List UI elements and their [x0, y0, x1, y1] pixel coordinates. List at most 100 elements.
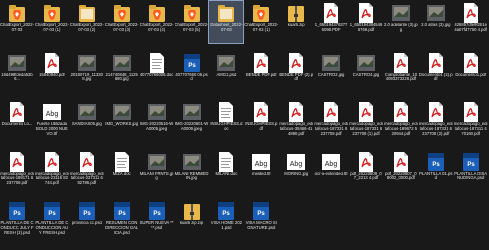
- file-item[interactable]: mercadopago_editafocus-187331 6237708 (2…: [419, 100, 453, 142]
- font-icon: Abg: [287, 151, 306, 173]
- file-item[interactable]: IMG-20220601-WA0009.jpeg: [175, 100, 209, 142]
- file-item[interactable]: Ps VISA HOME 2021.psd: [209, 199, 243, 241]
- file-item[interactable]: mercadopago_editafocus-189171 6237708.pd…: [0, 150, 34, 192]
- file-item[interactable]: Ps VISA MACRO SIGNATURE.psd: [244, 199, 278, 241]
- file-label: 407707660 06.psd: [175, 72, 208, 82]
- file-label: Datasheet_2022-07-03: [210, 23, 243, 32]
- file-item[interactable]: INSUGHPIESS.doc: [209, 100, 243, 142]
- file-item[interactable]: mercadopago_editafocus-187331 6237708 (1…: [349, 100, 383, 142]
- file-item[interactable]: IMG_WORKS.jpg: [105, 100, 139, 142]
- file-item[interactable]: SANDIAS05.jpg: [70, 100, 104, 142]
- file-item[interactable]: kuarti.zip: [279, 1, 313, 43]
- file-item[interactable]: 1_6501943763775098.PDF: [314, 1, 348, 43]
- file-label: ChatExport_2022-07-03 (4): [139, 23, 174, 32]
- file-item[interactable]: Ps RESUMEN CON DIRECCION GALICIA.psd: [105, 199, 139, 241]
- file-item[interactable]: 40770766006.doc: [140, 51, 174, 93]
- image-icon: [8, 52, 26, 74]
- pdf-icon: [392, 151, 410, 173]
- svg-text:Abg: Abg: [46, 111, 59, 118]
- file-item[interactable]: 214740848_1125680.jpg: [105, 51, 139, 93]
- file-label: MILANI.doc: [215, 171, 238, 176]
- file-item[interactable]: MIZA.doc: [105, 150, 139, 192]
- file-item[interactable]: Ps SUPER NUEVA ****.psd: [140, 199, 174, 241]
- file-item[interactable]: Ps PLANTILLA DE CONDUCC JULY FRESH (2).ps…: [0, 199, 34, 241]
- pdf-icon: [252, 101, 270, 123]
- file-item[interactable]: Ps provincia cc.psd: [70, 199, 104, 241]
- file-item[interactable]: mercadopago_editafocus-187331 6237708.pd…: [314, 100, 348, 142]
- psd-icon: Ps: [217, 200, 235, 222]
- file-label: AMG1.psd: [216, 72, 237, 77]
- doc-icon: [217, 101, 235, 123]
- file-item[interactable]: MILANI REMMEDIN.jpg: [175, 150, 209, 192]
- file-item[interactable]: 15840940.pdf: [35, 51, 69, 93]
- file-item[interactable]: 2.0 adelante (3).jpg: [384, 1, 418, 43]
- file-label: 40770766006.doc: [139, 72, 174, 77]
- file-label: mested.ttf: [252, 171, 271, 176]
- file-item[interactable]: Ps 407707660 06.psd: [175, 51, 209, 93]
- file-label: 1_6501943845465769.pdf: [349, 23, 383, 32]
- file-item[interactable]: BENDE PDF (2).pdf: [279, 51, 313, 93]
- file-label: RESUMEN CON DIRECCION GALICIA.psd: [105, 221, 139, 235]
- pdf-icon: [8, 151, 26, 173]
- file-item[interactable]: INSUGHPIESS.pdf: [244, 100, 278, 142]
- file-item[interactable]: BENDE PDF.pdf: [244, 51, 278, 93]
- file-item[interactable]: 4268b7dfe9f2b1e4a07fd7750 4.pdf: [454, 1, 488, 43]
- folder-icon: [78, 2, 96, 24]
- file-item[interactable]: 16d498fdeda53b6...: [0, 51, 34, 93]
- psd-icon: Ps: [462, 151, 480, 173]
- file-item[interactable]: ChatExport_2022-07-03 (3): [105, 1, 139, 43]
- file-item[interactable]: MILANI FRNTE.jpg: [140, 150, 174, 192]
- file-item[interactable]: ChatExport_2022-07-03 (5): [175, 1, 209, 43]
- image-icon: [391, 2, 410, 24]
- file-item[interactable]: AMG1.psd: [209, 51, 243, 93]
- image-icon: [182, 101, 201, 123]
- file-item[interactable]: mercadopago_editafocus-38466-414890.pdf: [279, 100, 313, 142]
- svg-text:Ps: Ps: [83, 211, 91, 217]
- pdf-icon: [322, 101, 340, 123]
- file-item[interactable]: pdf_20220807_0 8002_0000.pdf: [384, 150, 418, 192]
- file-label: IMG-20220601-WA0009.jpeg: [174, 122, 209, 131]
- file-item[interactable]: MILANI.doc: [209, 150, 243, 192]
- file-label: Fuente Utilizada BOLD 2000 NUEVO.ttf: [35, 122, 68, 136]
- file-item[interactable]: Abg MORING.jpg: [279, 150, 313, 192]
- file-item[interactable]: ChatExport_2022-07-03: [0, 1, 34, 43]
- svg-text:Abg: Abg: [255, 161, 268, 168]
- file-label: PLANTILLA DE CONDUCCION AUY FRESH.psd: [35, 221, 69, 235]
- file-item[interactable]: mercadopago_editafocus-237311 682786.pdf: [70, 150, 104, 192]
- file-item[interactable]: ChatExport_2022-07-03 (1): [35, 1, 69, 43]
- pdf-icon: [357, 151, 375, 173]
- file-item[interactable]: ChatExport_2022-07-03 (2): [70, 1, 104, 43]
- file-item[interactable]: Abg mested.ttf: [244, 150, 278, 192]
- file-item[interactable]: mercadopago_editafocus-23116 82744.pdf: [35, 150, 69, 192]
- file-item[interactable]: 1_6501943845465769.pdf: [349, 1, 383, 43]
- file-item[interactable]: Comprobante_104093373226.pdf: [384, 51, 418, 93]
- pdf-icon: [287, 101, 305, 123]
- file-item[interactable]: mercadopago_editafocus-189672 520944.pdf: [384, 100, 418, 142]
- file-item[interactable]: ChatExport_2022-07-03 (1): [244, 1, 278, 43]
- font-icon: Abg: [42, 101, 61, 123]
- file-item[interactable]: Documento1 (2).pdf: [419, 51, 453, 93]
- file-item[interactable]: IMG-20220516-WA0005.jpeg: [140, 100, 174, 142]
- file-label: mercadopago_editafocus-187331 6237708 (1…: [349, 122, 383, 136]
- file-item[interactable]: Abg Fuente Utilizada BOLD 2000 NUEVO.ttf: [35, 100, 69, 142]
- file-item[interactable]: CASTRO2.jpg: [314, 51, 348, 93]
- file-item[interactable]: mercadopago_editafocus-187311 470160.pdf: [454, 100, 488, 142]
- image-icon: [77, 52, 96, 74]
- file-item[interactable]: 2.0 atras (3).jpg: [419, 1, 453, 43]
- file-item[interactable]: kuarti zip.zip: [175, 199, 209, 241]
- psd-icon: Ps: [78, 200, 96, 222]
- pdf-icon: [8, 101, 26, 123]
- file-item[interactable]: Documento1.pdf: [454, 51, 488, 93]
- file-item[interactable]: pdf_20220809_0 7_2213 4.pdf: [349, 150, 383, 192]
- file-item[interactable]: 20180719_113308.jpg: [70, 51, 104, 93]
- file-item[interactable]: Ps PLANTILLA DISA NUDINGA.psd: [454, 150, 488, 192]
- file-item[interactable]: Ps PLANTILLA DE CONDUCCION AUY FRESH.psd: [35, 199, 69, 241]
- file-item[interactable]: Documento Lo...: [0, 100, 34, 142]
- psd-icon: Ps: [252, 200, 270, 222]
- file-item[interactable]: Ps PLANTILLA 01.psd: [419, 150, 453, 192]
- file-item[interactable]: Datasheet_2022-07-03: [208, 0, 245, 44]
- file-item[interactable]: ChatExport_2022-07-03 (4): [140, 1, 174, 43]
- file-item[interactable]: Abg ocr-a-extended.ttf: [314, 150, 348, 192]
- file-item[interactable]: CASTRO4.jpg: [349, 51, 383, 93]
- file-label: INSUGHPIESS.pdf: [245, 122, 278, 131]
